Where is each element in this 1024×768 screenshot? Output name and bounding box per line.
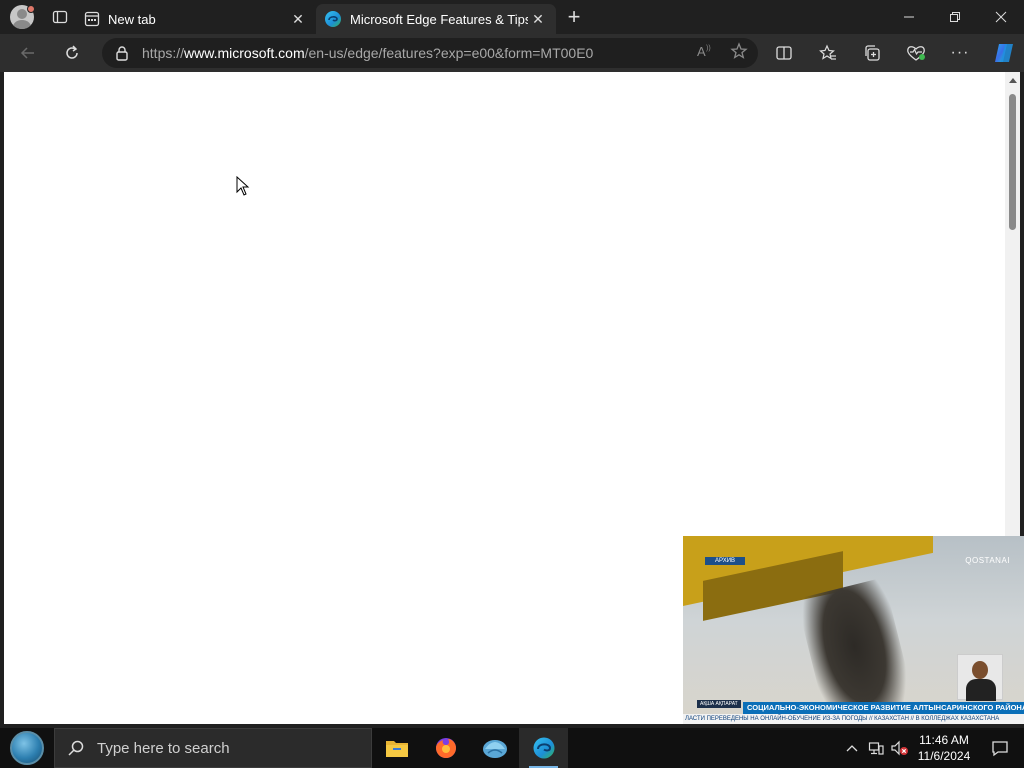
- clock-time: 11:46 AM: [919, 733, 969, 747]
- edge-icon: [533, 737, 554, 759]
- start-button[interactable]: [0, 728, 54, 768]
- volume-muted-icon: [891, 740, 908, 756]
- minimize-icon: [904, 16, 914, 18]
- file-explorer-icon: [385, 741, 408, 757]
- restore-icon: [950, 12, 960, 22]
- minimize-button[interactable]: [886, 0, 932, 34]
- program-tag: АҚША АҚПАРАТ: [697, 700, 741, 708]
- taskbar: Type here to search 11:46 AM 11/6/2024: [0, 728, 1024, 768]
- mouse-cursor-icon: [236, 176, 250, 196]
- back-arrow-icon: [20, 47, 34, 59]
- refresh-button[interactable]: [52, 34, 92, 72]
- refresh-icon: [66, 45, 78, 59]
- chevron-up-icon: [846, 745, 858, 752]
- plus-icon: +: [567, 4, 581, 29]
- collections-button[interactable]: [850, 34, 894, 72]
- url-prefix: https://: [142, 45, 185, 61]
- tab-close-button[interactable]: ✕: [288, 9, 308, 29]
- more-dots-icon: ···: [950, 44, 970, 61]
- search-icon: [68, 740, 84, 756]
- favorites-button[interactable]: [806, 34, 850, 72]
- notification-icon: [992, 741, 1008, 757]
- search-placeholder: Type here to search: [97, 739, 230, 757]
- tab-close-button[interactable]: ✕: [528, 9, 548, 29]
- network-button[interactable]: [864, 728, 888, 768]
- browser-essentials-button[interactable]: [894, 34, 938, 72]
- split-screen-icon: [776, 46, 792, 60]
- copilot-icon: [995, 44, 1013, 62]
- archive-label: АРХИВ: [705, 557, 746, 565]
- firefox-icon: [435, 738, 456, 758]
- tab-new-tab[interactable]: New tab ✕: [76, 4, 316, 34]
- taskbar-edge[interactable]: [519, 728, 568, 768]
- site-info-lock-icon[interactable]: [102, 45, 142, 61]
- browser-essentials-icon: [907, 46, 925, 61]
- close-icon: [995, 11, 1007, 23]
- read-aloud-icon: A)): [697, 44, 711, 59]
- tab-title: Microsoft Edge Features & Tips: [350, 11, 528, 27]
- tab-actions-icon: [52, 10, 68, 24]
- favorites-icon: [819, 44, 836, 60]
- scroll-thumb[interactable]: [1009, 94, 1016, 230]
- tab-edge-features[interactable]: Microsoft Edge Features & Tips ✕: [316, 4, 556, 34]
- tab-title: New tab: [108, 11, 156, 27]
- start-orb-icon: [10, 731, 44, 765]
- channel-logo: QOSTANAI: [965, 556, 1010, 565]
- address-bar[interactable]: https://www.microsoft.com/en-us/edge/fea…: [102, 38, 758, 68]
- taskbar-file-explorer[interactable]: [372, 728, 421, 768]
- split-screen-button[interactable]: [762, 34, 806, 72]
- show-hidden-icons-button[interactable]: [840, 728, 864, 768]
- add-favorite-button[interactable]: [730, 41, 748, 65]
- url-text[interactable]: https://www.microsoft.com/en-us/edge/fea…: [142, 45, 593, 61]
- edge-favicon-icon: [325, 11, 341, 27]
- video-overlay[interactable]: АРХИВ QOSTANAI АҚША АҚПАРАТ СОЦИАЛЬНО-ЭК…: [683, 536, 1024, 724]
- network-icon: [868, 742, 884, 755]
- volume-button[interactable]: [888, 728, 912, 768]
- copilot-button[interactable]: [982, 34, 1024, 72]
- url-path: /en-us/edge/features?exp=e00&form=MT00E0: [304, 45, 594, 61]
- sign-language-interpreter: [957, 654, 1003, 701]
- new-tab-button[interactable]: +: [556, 0, 592, 34]
- tab-actions-button[interactable]: [44, 0, 76, 34]
- clock-date: 11/6/2024: [917, 749, 971, 763]
- restore-button[interactable]: [932, 0, 978, 34]
- system-clock[interactable]: 11:46 AM 11/6/2024: [912, 728, 976, 768]
- taskbar-app-globe[interactable]: [470, 728, 519, 768]
- tab-strip: New tab ✕ Microsoft Edge Features & Tips…: [0, 0, 1024, 34]
- notifications-button[interactable]: [976, 728, 1024, 768]
- back-button[interactable]: [8, 34, 48, 72]
- url-host: www.microsoft.com: [184, 45, 305, 61]
- star-icon: [730, 41, 748, 59]
- close-window-button[interactable]: [978, 0, 1024, 34]
- taskbar-search-box[interactable]: Type here to search: [54, 728, 372, 768]
- settings-and-more-button[interactable]: ···: [938, 34, 982, 72]
- svg-text:)): )): [706, 45, 711, 52]
- scroll-up-arrow-icon[interactable]: [1009, 78, 1017, 83]
- taskbar-firefox[interactable]: [421, 728, 470, 768]
- profile-button[interactable]: [0, 0, 44, 34]
- svg-text:A: A: [697, 44, 706, 59]
- news-ticker: ЛАСТИ ПЕРЕВЕДЕНЫ НА ОНЛАЙН-ОБУЧЕНИЕ ИЗ-З…: [683, 714, 1024, 724]
- read-aloud-button[interactable]: A)): [696, 43, 714, 64]
- globe-app-icon: [482, 740, 507, 758]
- news-headline: СОЦИАЛЬНО-ЭКОНОМИЧЕСКОЕ РАЗВИТИЕ АЛТЫНСА…: [743, 702, 1024, 714]
- new-tab-page-icon: [84, 11, 100, 27]
- profile-notification-dot: [27, 5, 35, 13]
- browser-toolbar: https://www.microsoft.com/en-us/edge/fea…: [0, 34, 1024, 72]
- collections-icon: [865, 45, 880, 61]
